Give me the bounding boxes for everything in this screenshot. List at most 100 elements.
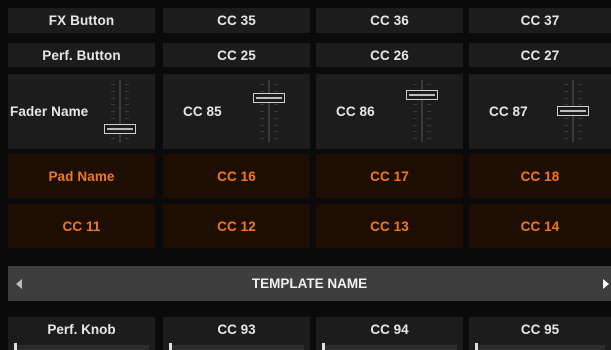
fader-tick — [111, 138, 115, 139]
knob-cc93-label: CC 93 — [217, 322, 256, 337]
perf-knob-cell[interactable]: Perf. Knob — [8, 317, 155, 350]
pad-cc17-button[interactable]: CC 17 — [316, 154, 463, 198]
knob-cc95-label: CC 95 — [520, 322, 560, 337]
fader-tick — [413, 117, 417, 119]
fader-tick — [125, 104, 129, 106]
arrow-left-icon[interactable] — [16, 278, 22, 289]
knob-cc95-cell[interactable]: CC 95 — [469, 317, 611, 350]
fader-slider[interactable] — [557, 80, 589, 142]
fader-tick — [413, 131, 417, 133]
knob-indicator — [322, 343, 325, 350]
perf-cc25-button[interactable]: CC 25 — [163, 43, 310, 67]
fader-tick — [111, 84, 115, 85]
fader-tick — [564, 117, 568, 119]
pad-cc18-button[interactable]: CC 18 — [469, 154, 611, 198]
fader-tick — [260, 111, 264, 112]
fader-tick — [578, 84, 582, 85]
fader-tick — [564, 97, 568, 99]
fader-tick — [564, 90, 568, 92]
fader-tick — [260, 131, 264, 133]
fader-tick — [260, 124, 264, 126]
fader-tick — [125, 111, 129, 112]
fader-tick — [274, 104, 278, 106]
pad-cc12-button[interactable]: CC 12 — [163, 204, 310, 248]
fader-tick — [111, 117, 115, 119]
fader-tick — [274, 117, 278, 119]
perf-button[interactable]: Perf. Button — [8, 43, 155, 67]
fader-handle[interactable] — [557, 106, 589, 116]
perf-cc26-button[interactable]: CC 26 — [316, 43, 463, 67]
fader-tick — [427, 138, 431, 139]
fader-tick — [427, 131, 431, 133]
knob-track — [14, 345, 149, 350]
fader-name-cell[interactable]: Fader Name — [8, 74, 155, 149]
template-name-bar: TEMPLATE NAME — [8, 266, 611, 301]
fader-tick — [564, 131, 568, 133]
pad-cc11-button[interactable]: CC 11 — [8, 204, 155, 248]
knob-track — [322, 345, 457, 350]
pad-cc16-button[interactable]: CC 16 — [163, 154, 310, 198]
fader-tick — [274, 90, 278, 92]
fader-tick — [427, 84, 431, 85]
knob-indicator — [14, 343, 17, 350]
fader-tick — [578, 124, 582, 126]
knob-cc93-cell[interactable]: CC 93 — [163, 317, 310, 350]
fader-tick — [427, 104, 431, 106]
fader-tick — [125, 97, 129, 99]
fader-tick — [564, 138, 568, 139]
fader-slider[interactable] — [253, 80, 285, 142]
pad-name-button[interactable]: Pad Name — [8, 154, 155, 198]
fader-handle[interactable] — [253, 93, 285, 103]
fader-tick — [274, 84, 278, 85]
fader-tick — [578, 138, 582, 139]
fader-tick — [125, 90, 129, 92]
knob-cc94-label: CC 94 — [370, 322, 409, 337]
fader-name-label: Fader Name — [10, 104, 89, 119]
fader-tick — [578, 117, 582, 119]
pad-cc13-button[interactable]: CC 13 — [316, 204, 463, 248]
fader-cc87-cell[interactable]: CC 87 — [469, 74, 611, 149]
fader-tick — [111, 97, 115, 99]
fader-track — [268, 80, 270, 142]
pad-cc14-button[interactable]: CC 14 — [469, 204, 611, 248]
fader-handle[interactable] — [104, 124, 136, 135]
knob-cc94-cell[interactable]: CC 94 — [316, 317, 463, 350]
fx-button[interactable]: FX Button — [8, 8, 155, 33]
fader-tick — [578, 131, 582, 133]
fader-cc87-label: CC 87 — [489, 104, 528, 119]
fader-cc86-cell[interactable]: CC 86 — [316, 74, 463, 149]
fader-tick — [125, 84, 129, 85]
fader-tick — [427, 111, 431, 112]
fader-tick — [578, 97, 582, 99]
fader-cc85-label: CC 85 — [183, 104, 222, 119]
fader-tick — [125, 138, 129, 139]
knob-track — [169, 345, 304, 350]
fader-cc85-cell[interactable]: CC 85 — [163, 74, 310, 149]
fx-cc37-button[interactable]: CC 37 — [469, 8, 611, 33]
fx-cc35-button[interactable]: CC 35 — [163, 8, 310, 33]
perf-cc27-button[interactable]: CC 27 — [469, 43, 611, 67]
fader-tick — [564, 84, 568, 85]
fx-cc36-button[interactable]: CC 36 — [316, 8, 463, 33]
fader-tick — [413, 111, 417, 112]
fader-slider[interactable] — [104, 80, 136, 142]
fader-tick — [260, 90, 264, 92]
fader-tick — [274, 111, 278, 112]
fader-tick — [111, 111, 115, 112]
fader-tick — [413, 104, 417, 106]
fader-tick — [564, 124, 568, 126]
knob-indicator — [169, 343, 172, 350]
fader-tick — [427, 117, 431, 119]
perf-knob-label: Perf. Knob — [47, 322, 116, 337]
fader-handle[interactable] — [406, 90, 438, 101]
arrow-right-icon[interactable] — [603, 278, 609, 289]
fader-slider[interactable] — [406, 80, 438, 142]
fader-tick — [274, 138, 278, 139]
template-name-label: TEMPLATE NAME — [251, 276, 368, 291]
fader-track — [421, 80, 423, 142]
fader-tick — [111, 104, 115, 106]
fader-tick — [413, 84, 417, 85]
fader-tick — [260, 138, 264, 139]
fader-tick — [260, 117, 264, 119]
fader-tick — [427, 124, 431, 126]
